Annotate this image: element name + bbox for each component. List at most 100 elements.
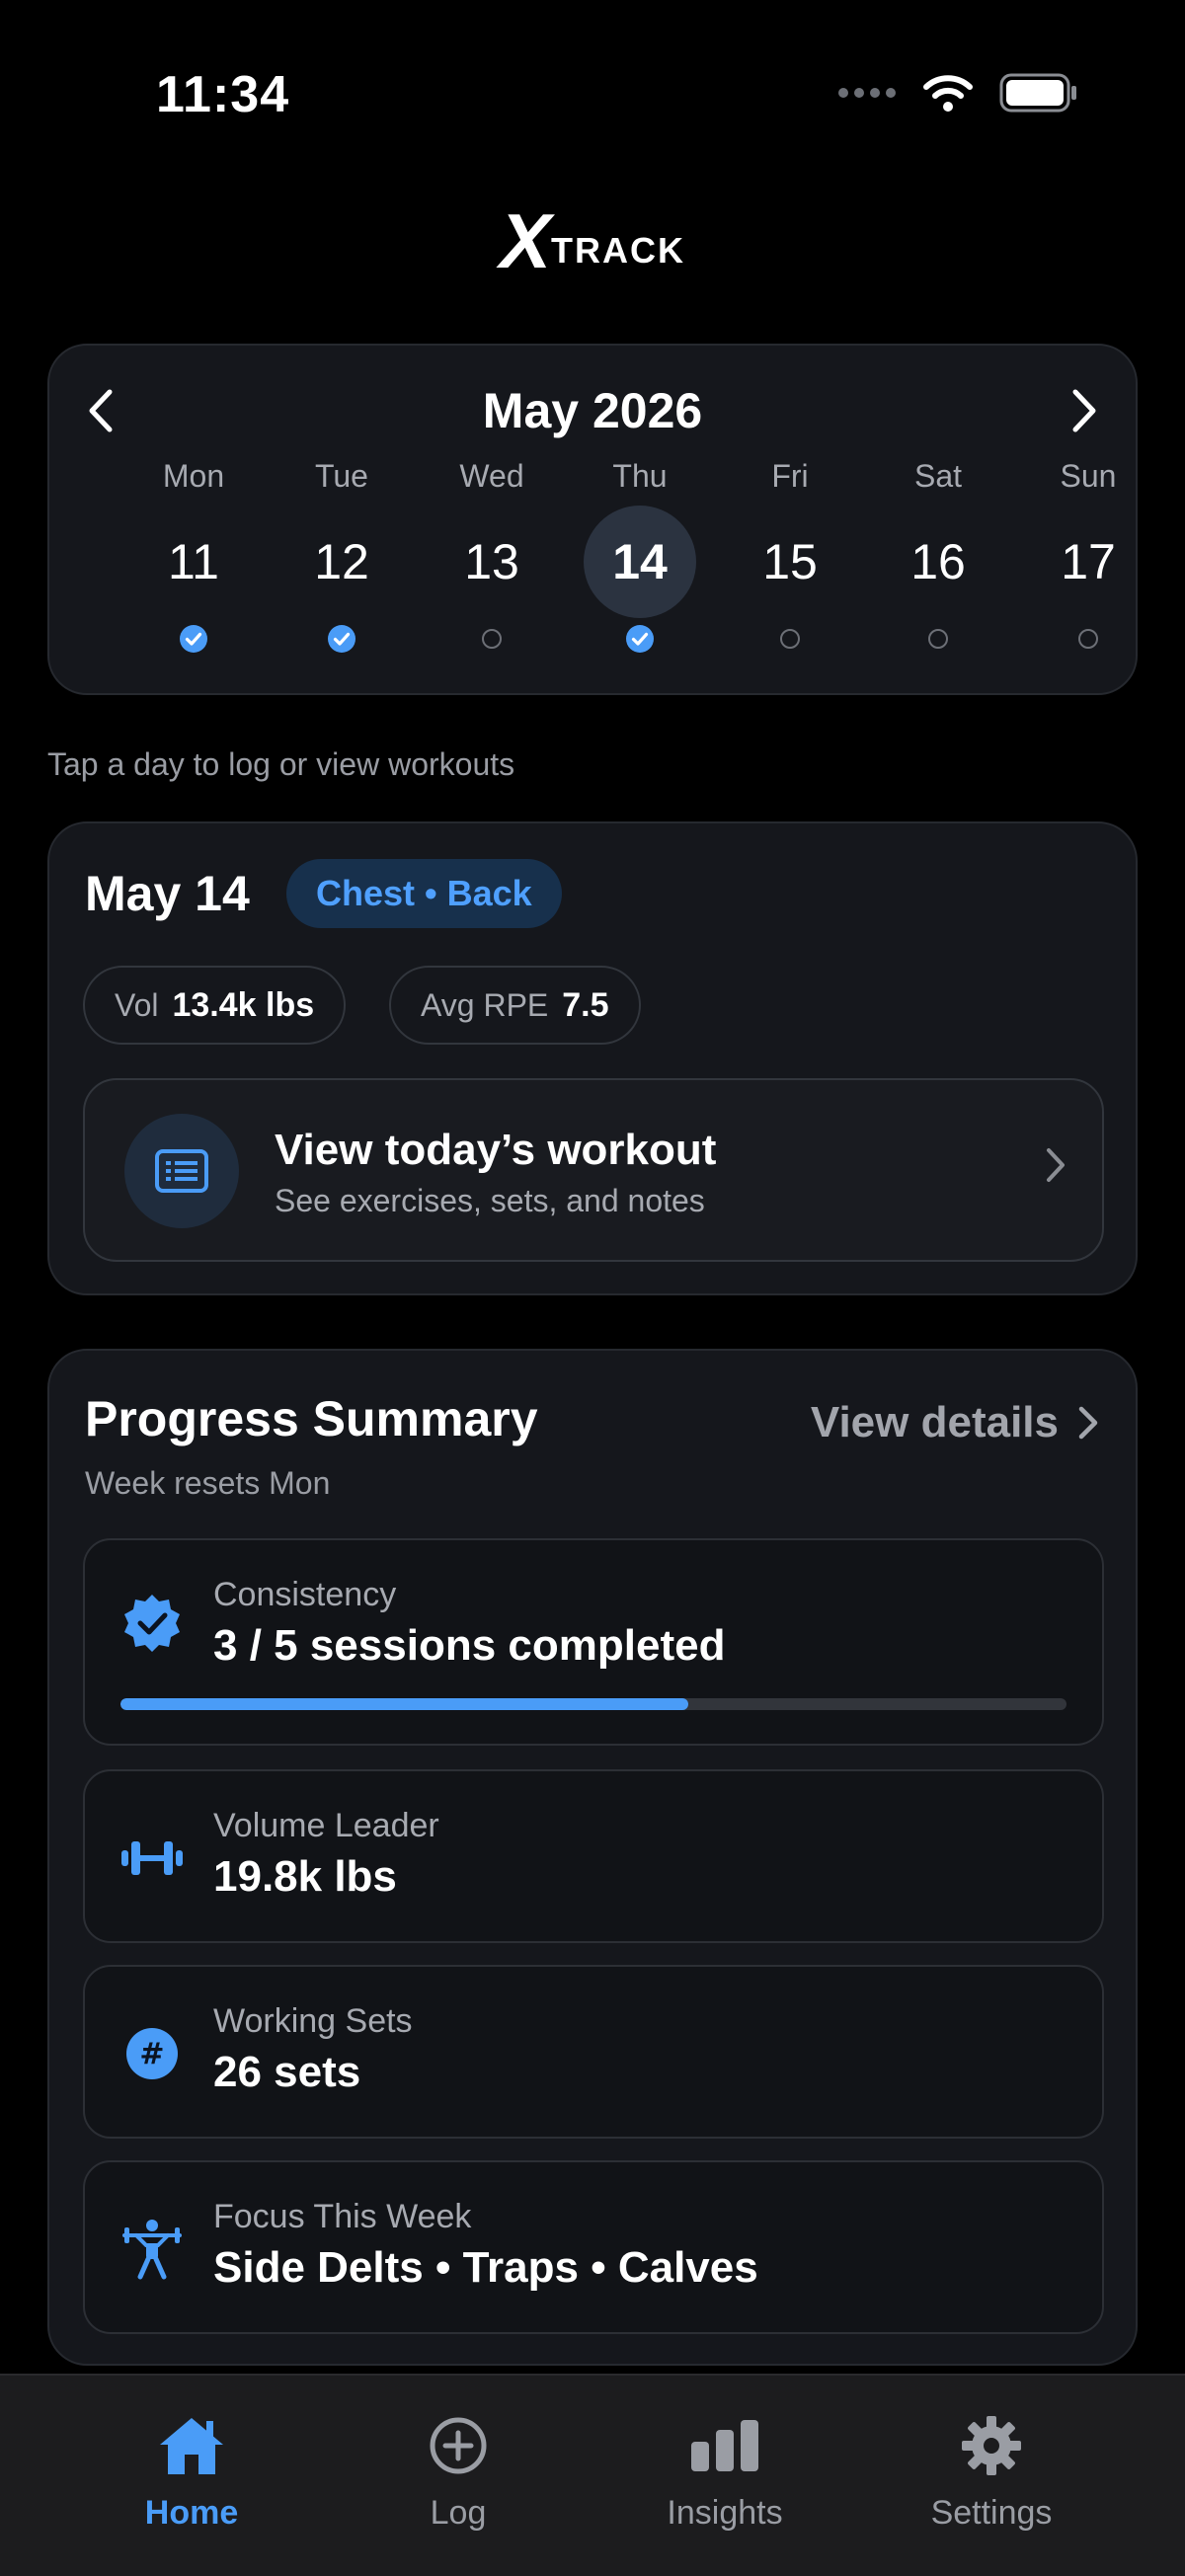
calendar-day[interactable]: Fri 15 <box>716 454 864 681</box>
status-icons <box>837 73 1078 113</box>
progress-summary-card: Progress Summary View details Week reset… <box>47 1349 1138 2366</box>
volume-leader-label: Volume Leader <box>213 1807 439 1844</box>
workout-list-icon <box>124 1114 239 1228</box>
calendar-day[interactable]: Sat 16 <box>864 454 1012 681</box>
weekday-label: Thu <box>612 458 668 494</box>
calendar-day[interactable]: Thu 14 <box>566 454 714 681</box>
volume-leader-stat[interactable]: Volume Leader 19.8k lbs <box>83 1769 1104 1943</box>
working-sets-value: 26 sets <box>213 2048 361 2096</box>
tab-insights-label: Insights <box>667 2494 783 2532</box>
view-details-link[interactable]: View details <box>811 1396 1100 1449</box>
weekday-label: Wed <box>459 458 524 494</box>
logo-text: TRACK <box>551 230 685 271</box>
gear-icon <box>873 2411 1110 2480</box>
workout-title: View today’s workout <box>275 1126 717 1174</box>
date-number: 13 <box>464 534 519 589</box>
home-icon <box>73 2411 310 2480</box>
weightlifter-icon <box>118 2216 186 2283</box>
tab-log[interactable]: Log <box>340 2411 577 2533</box>
date-circle: 15 <box>734 506 846 618</box>
empty-circle-icon <box>477 624 507 654</box>
check-circle-icon <box>179 624 208 654</box>
month-title: May 2026 <box>482 383 703 438</box>
tab-home[interactable]: Home <box>73 2411 310 2533</box>
view-details-label: View details <box>810 1398 1059 1446</box>
check-circle-icon <box>625 624 655 654</box>
consistency-value: 3 / 5 sessions completed <box>213 1621 726 1670</box>
bar-chart-icon <box>606 2411 843 2480</box>
progress-title: Progress Summary <box>85 1391 538 1446</box>
status-time: 11:34 <box>156 66 290 123</box>
volume-leader-value: 19.8k lbs <box>213 1852 397 1901</box>
date-circle: 17 <box>1032 506 1145 618</box>
rpe-pill: Avg RPE 7.5 <box>389 966 641 1045</box>
date-circle: 11 <box>137 506 250 618</box>
rpe-value: 7.5 <box>562 985 609 1024</box>
calendar-day[interactable]: Wed 13 <box>418 454 566 681</box>
calendar-day[interactable]: Mon 11 <box>119 454 268 681</box>
week-calendar: May 2026 Mon 11 Tue 12 Wed 13 Thu 14 Fri 15 Sat 16 S… <box>47 344 1138 695</box>
rpe-label: Avg RPE <box>421 986 549 1023</box>
weekday-label: Fri <box>771 458 809 494</box>
empty-circle-icon <box>923 624 953 654</box>
tab-log-label: Log <box>430 2494 487 2532</box>
progress-subtitle: Week resets Mon <box>85 1465 331 1501</box>
volume-pill: Vol 13.4k lbs <box>83 966 347 1045</box>
consistency-progress-fill <box>120 1698 688 1710</box>
calendar-hint: Tap a day to log or view workouts <box>47 746 515 782</box>
app-logo: X TRACK <box>0 197 1185 284</box>
focus-value: Side Delts • Traps • Calves <box>213 2243 758 2292</box>
day-summary-card: May 14 Chest • Back Vol 13.4k lbs Avg RP… <box>47 821 1138 1295</box>
date-number: 16 <box>910 534 966 589</box>
empty-circle-icon <box>1073 624 1103 654</box>
empty-circle-icon <box>775 624 805 654</box>
workout-subtitle: See exercises, sets, and notes <box>275 1183 705 1218</box>
verified-badge-icon <box>118 1590 186 1657</box>
date-number: 15 <box>762 534 818 589</box>
calendar-days: Mon 11 Tue 12 Wed 13 Thu 14 Fri 15 Sat 16 Sun 17 <box>49 454 1136 681</box>
consistency-progress-bar <box>120 1698 1066 1710</box>
weekday-label: Tue <box>315 458 368 494</box>
focus-label: Focus This Week <box>213 2198 472 2235</box>
selected-date-circle: 14 <box>584 506 696 618</box>
date-number: 11 <box>168 534 219 589</box>
tab-settings-label: Settings <box>930 2494 1053 2532</box>
date-circle: 13 <box>435 506 548 618</box>
working-sets-label: Working Sets <box>213 2002 413 2040</box>
working-sets-stat[interactable]: # Working Sets 26 sets <box>83 1965 1104 2139</box>
calendar-day[interactable]: Sun 17 <box>1014 454 1162 681</box>
date-number: 12 <box>314 534 369 589</box>
battery-icon <box>999 73 1076 113</box>
chevron-right-icon <box>1072 389 1096 432</box>
focus-stat[interactable]: Focus This Week Side Delts • Traps • Cal… <box>83 2160 1104 2334</box>
date-number: 14 <box>612 534 668 589</box>
tab-insights[interactable]: Insights <box>606 2411 843 2533</box>
hashtag-icon: # <box>118 2020 186 2087</box>
calendar-day[interactable]: Tue 12 <box>268 454 416 681</box>
signal-dots-icon <box>838 88 896 98</box>
day-title: May 14 <box>85 866 250 921</box>
tab-bar: Home Log Insights Settings <box>0 2374 1185 2576</box>
date-circle: 12 <box>285 506 398 618</box>
volume-value: 13.4k lbs <box>172 985 315 1024</box>
dumbbell-icon <box>118 1825 186 1892</box>
tab-home-label: Home <box>144 2494 239 2532</box>
date-number: 17 <box>1061 534 1116 589</box>
chevron-right-icon <box>1078 1406 1098 1440</box>
check-circle-icon <box>327 624 356 654</box>
logo-mark: X <box>499 197 551 284</box>
weekday-label: Sat <box>913 458 963 494</box>
weekday-label: Sun <box>1060 458 1117 494</box>
wifi-icon <box>923 75 973 112</box>
screen: 11:34 X TRACK May 2026 Mon 11 Tue 12 Wed… <box>0 0 1185 2576</box>
date-circle: 16 <box>882 506 994 618</box>
weekday-label: Mon <box>162 458 225 494</box>
consistency-label: Consistency <box>213 1576 397 1613</box>
next-week-button[interactable] <box>1055 381 1114 440</box>
consistency-stat[interactable]: Consistency 3 / 5 sessions completed <box>83 1538 1104 1746</box>
tab-settings[interactable]: Settings <box>873 2411 1110 2533</box>
plus-circle-icon <box>340 2411 577 2480</box>
muscle-group-tag: Chest • Back <box>286 859 562 928</box>
view-workout-button[interactable]: View today’s workout See exercises, sets… <box>83 1078 1104 1262</box>
chevron-right-icon <box>1047 1148 1065 1182</box>
